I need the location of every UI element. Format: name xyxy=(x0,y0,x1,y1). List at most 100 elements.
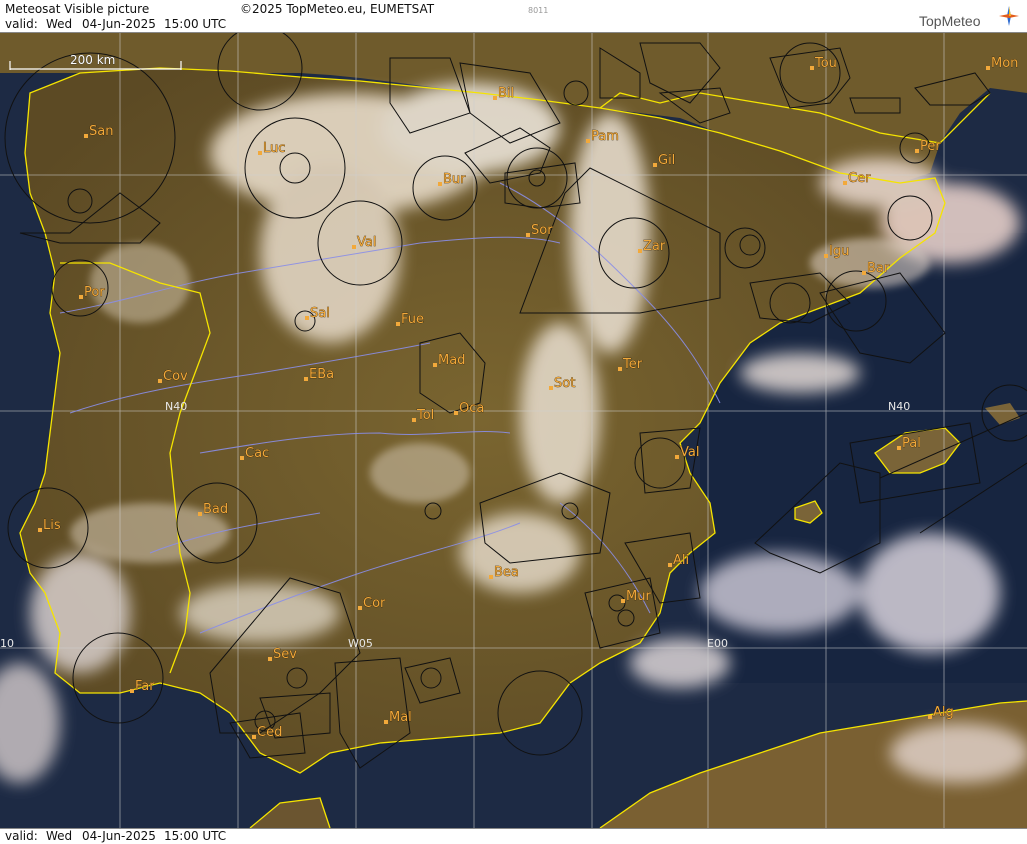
city-label: Bil xyxy=(498,86,514,101)
city-marker xyxy=(433,363,437,367)
city-marker xyxy=(268,657,272,661)
valid-date: 04-Jun-2025 xyxy=(82,17,156,31)
city-label: Gil xyxy=(658,153,675,168)
city-label: Val xyxy=(680,445,699,460)
topmeteo-logo[interactable]: TopMeteo xyxy=(919,4,1019,30)
city-label: Mur xyxy=(626,589,651,604)
city-label: Sal xyxy=(310,306,330,321)
city-label: Cor xyxy=(363,596,386,611)
header-bar: Meteosat Visible picture ©2025 TopMeteo.… xyxy=(0,0,1027,33)
valid-label: valid: xyxy=(5,17,38,31)
scale-bar-label: 200 km xyxy=(70,53,115,67)
city-marker xyxy=(240,456,244,460)
city-marker xyxy=(586,139,590,143)
city-label: Alg xyxy=(933,705,954,720)
city-marker xyxy=(38,528,42,532)
city-label: Mon xyxy=(991,56,1018,71)
city-label: Pam xyxy=(591,129,619,144)
city-marker xyxy=(396,322,400,326)
city-marker xyxy=(412,418,416,422)
city-marker xyxy=(304,377,308,381)
page-title: Meteosat Visible picture xyxy=(5,2,150,16)
city-label: Sot xyxy=(554,376,575,391)
city-marker xyxy=(130,689,134,693)
city-marker xyxy=(824,254,828,258)
city-label: EBa xyxy=(309,367,334,382)
logo-text: TopMeteo xyxy=(919,13,981,29)
city-marker xyxy=(526,233,530,237)
city-marker xyxy=(489,575,493,579)
city-label: Oca xyxy=(459,401,484,416)
city-label: Cer xyxy=(848,171,871,186)
city-label: Bar xyxy=(867,261,890,276)
city-marker xyxy=(454,411,458,415)
city-label: Val xyxy=(357,235,376,250)
city-label: Tou xyxy=(814,56,837,71)
footer-valid-time: 15:00 UTC xyxy=(164,829,227,843)
grid-label-w05: W05 xyxy=(348,637,373,650)
city-marker xyxy=(493,96,497,100)
satellite-map[interactable]: N40 N40 W05 E00 10 200 km Bil Tou Mon San Lu… xyxy=(0,33,1027,828)
city-label: Igu xyxy=(829,244,849,259)
city-marker xyxy=(638,249,642,253)
city-marker xyxy=(618,367,622,371)
grid-label-e00: E00 xyxy=(707,637,728,650)
city-label: Cov xyxy=(163,369,188,384)
city-label: Zar xyxy=(643,239,666,254)
city-label: Lis xyxy=(43,518,61,533)
grid-label-n40-west: N40 xyxy=(165,400,187,413)
valid-time: 15:00 UTC xyxy=(164,17,227,31)
compass-icon xyxy=(999,6,1019,26)
city-label: Mal xyxy=(389,710,412,725)
footer-valid-date: 04-Jun-2025 xyxy=(82,829,156,843)
city-label: Far xyxy=(135,679,155,694)
city-label: Por xyxy=(84,285,105,300)
city-label: Mad xyxy=(438,353,465,368)
city-marker xyxy=(198,512,202,516)
city-marker xyxy=(258,151,262,155)
city-marker xyxy=(352,245,356,249)
city-marker xyxy=(549,386,553,390)
copyright-text: ©2025 TopMeteo.eu, EUMETSAT xyxy=(240,2,435,16)
city-marker xyxy=(675,455,679,459)
city-marker xyxy=(986,66,990,70)
footer-valid-label: valid: xyxy=(5,829,38,843)
city-label: Sor xyxy=(531,223,553,238)
footer-valid-day: Wed xyxy=(46,829,73,843)
city-marker xyxy=(158,379,162,383)
city-label: Ced xyxy=(257,725,282,740)
city-marker xyxy=(843,181,847,185)
city-marker xyxy=(384,720,388,724)
city-label: Cac xyxy=(245,446,269,461)
city-label: Sev xyxy=(273,647,297,662)
city-marker xyxy=(862,271,866,275)
city-label: San xyxy=(89,124,113,139)
city-label: Ter xyxy=(622,357,643,372)
footer-bar: valid: Wed 04-Jun-2025 15:00 UTC xyxy=(0,828,1027,844)
city-label: Ali xyxy=(673,553,689,568)
city-label: Per xyxy=(920,139,941,154)
image-code: 8011 xyxy=(528,6,549,15)
city-marker xyxy=(305,316,309,320)
city-marker xyxy=(252,735,256,739)
city-label: Luc xyxy=(263,141,285,156)
city-marker xyxy=(653,163,657,167)
satellite-viewer: Meteosat Visible picture ©2025 TopMeteo.… xyxy=(0,0,1027,844)
city-label: Bea xyxy=(494,565,519,580)
city-label: Bad xyxy=(203,502,228,517)
city-marker xyxy=(79,295,83,299)
city-marker xyxy=(897,446,901,450)
city-label: Pal xyxy=(902,436,921,451)
valid-day: Wed xyxy=(46,17,73,31)
city-marker xyxy=(810,66,814,70)
city-marker xyxy=(915,149,919,153)
city-label: Fue xyxy=(401,312,424,327)
city-marker xyxy=(84,134,88,138)
city-marker xyxy=(668,563,672,567)
city-marker xyxy=(928,715,932,719)
city-label: Tol xyxy=(416,408,434,423)
city-marker xyxy=(438,182,442,186)
grid-label-w10: 10 xyxy=(0,637,14,650)
city-marker xyxy=(358,606,362,610)
grid-label-n40-east: N40 xyxy=(888,400,910,413)
